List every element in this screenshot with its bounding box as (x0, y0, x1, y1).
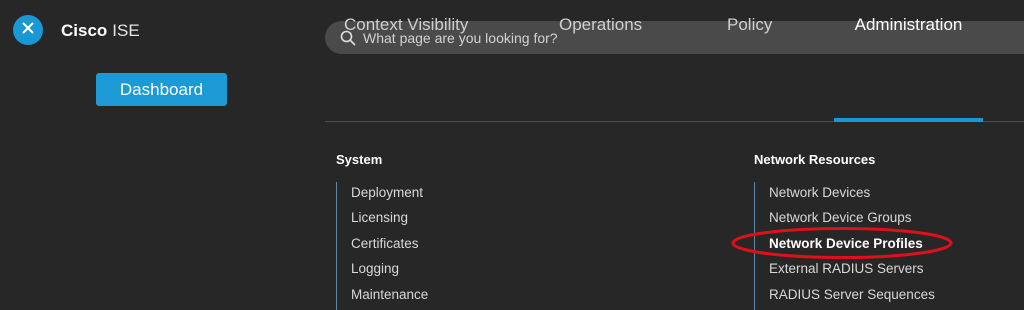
app-brand: Cisco ISE (61, 21, 140, 41)
section-title-system: System (336, 152, 383, 167)
dashboard-button[interactable]: Dashboard (96, 73, 227, 106)
menu-item-maintenance[interactable]: Maintenance (351, 284, 428, 309)
close-icon (22, 21, 34, 39)
brand-secondary: ISE (112, 21, 140, 40)
menu-item-radius-server-sequences[interactable]: RADIUS Server Sequences (769, 284, 935, 309)
brand-primary: Cisco (61, 21, 108, 40)
menu-item-licensing[interactable]: Licensing (351, 207, 428, 232)
tab-administration[interactable]: Administration (834, 0, 983, 50)
tab-policy[interactable]: Policy (727, 0, 787, 50)
network-resources-menu-list: Network Devices Network Device Groups Ne… (754, 182, 935, 310)
menu-item-logging[interactable]: Logging (351, 258, 428, 283)
menu-item-network-device-groups[interactable]: Network Device Groups (769, 207, 935, 232)
menu-item-external-radius-servers[interactable]: External RADIUS Servers (769, 258, 935, 283)
system-menu-list: Deployment Licensing Certificates Loggin… (336, 182, 428, 310)
menu-item-deployment[interactable]: Deployment (351, 182, 428, 207)
close-menu-button[interactable] (13, 15, 43, 45)
section-title-network-resources: Network Resources (754, 152, 876, 167)
tab-context-visibility[interactable]: Context Visibility (344, 0, 484, 50)
active-tab-indicator (834, 118, 983, 122)
tab-operations[interactable]: Operations (559, 0, 651, 50)
menu-item-certificates[interactable]: Certificates (351, 233, 428, 258)
menu-item-network-devices[interactable]: Network Devices (769, 182, 935, 207)
admin-menu-page: CiscoISE Dashboard Context Visibility Op… (0, 0, 1024, 310)
menu-item-network-device-profiles[interactable]: Network Device Profiles (769, 233, 935, 258)
